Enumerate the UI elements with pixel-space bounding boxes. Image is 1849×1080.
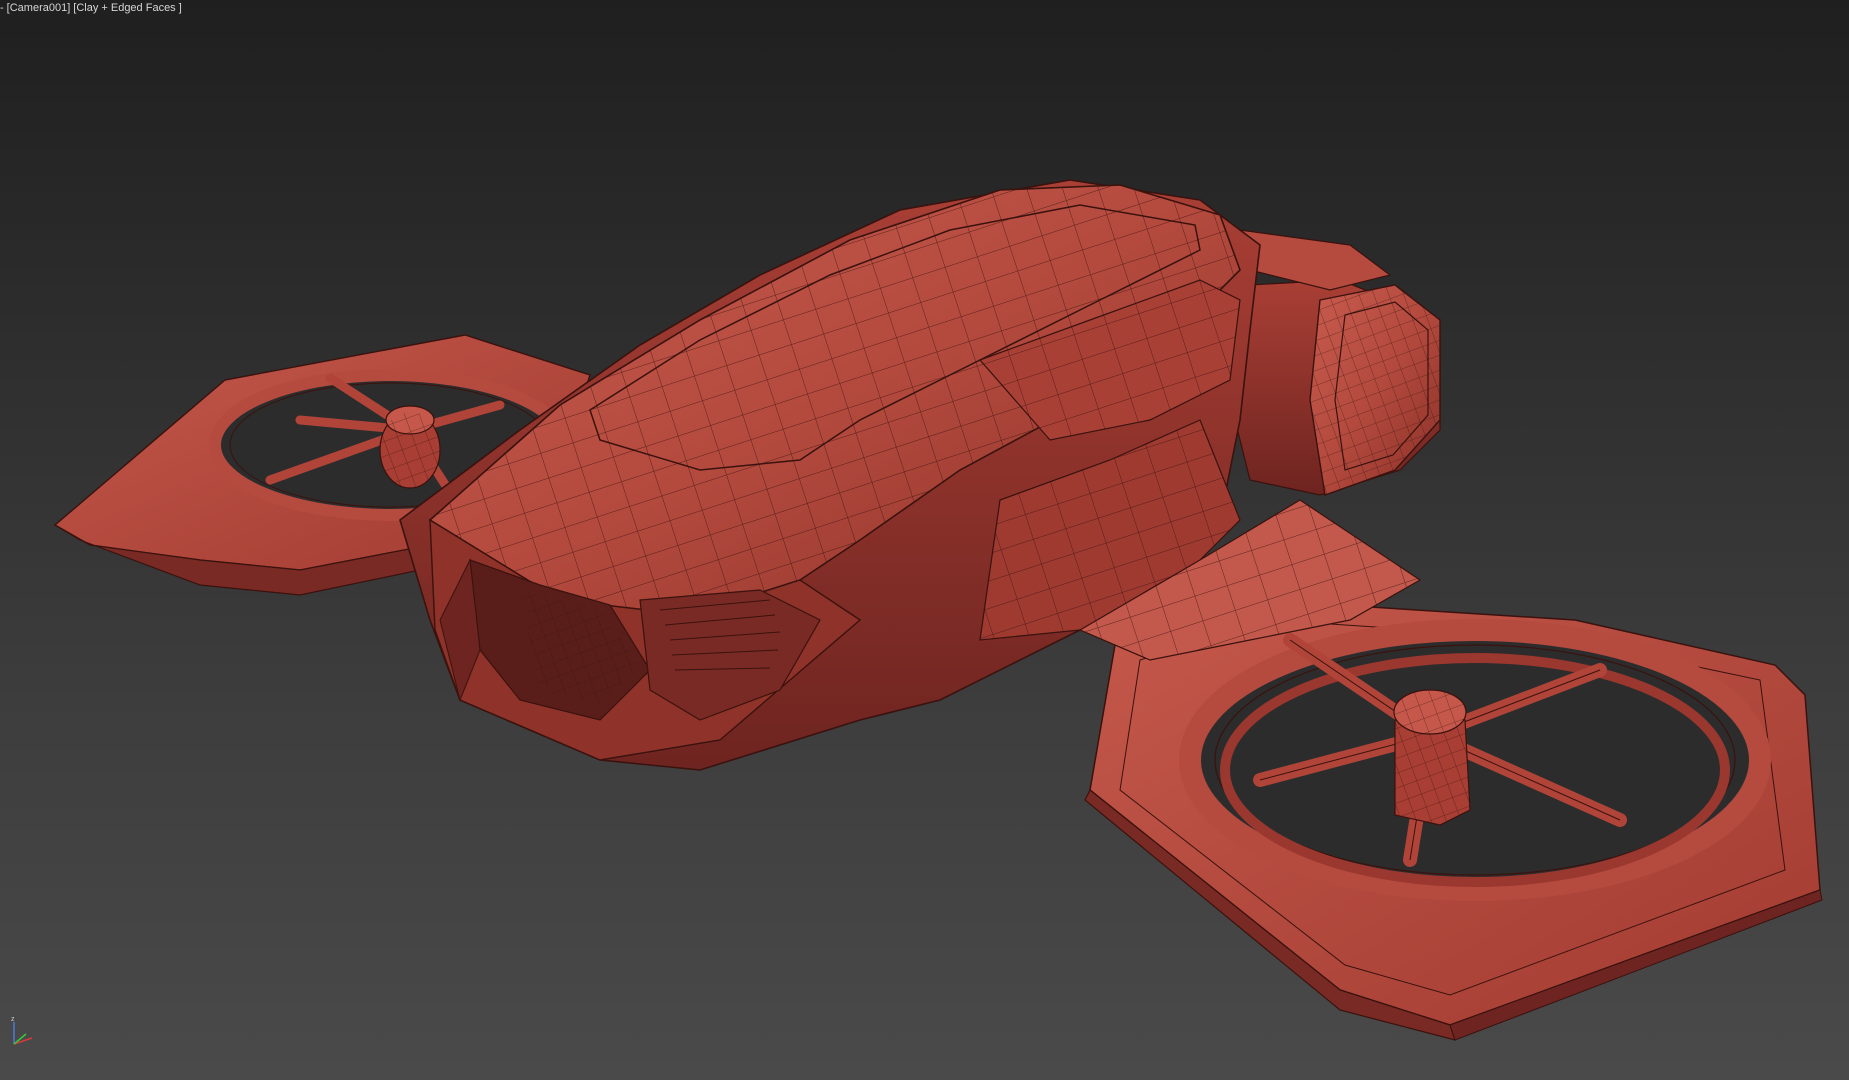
z-axis-label: z (11, 1016, 15, 1023)
drone-model[interactable] (0, 0, 1849, 1080)
viewport-label: - [Camera001] [Clay + Edged Faces ] (0, 2, 182, 14)
right-rotor-duct (1084, 599, 1823, 1041)
viewport-menu-button[interactable]: - (0, 2, 4, 14)
3d-viewport[interactable]: - [Camera001] [Clay + Edged Faces ] z (0, 0, 1849, 1080)
rear-engine-pod (1229, 229, 1441, 496)
axis-gizmo: z (11, 1016, 33, 1045)
viewport-shading-label[interactable]: [Clay + Edged Faces ] (73, 2, 182, 14)
viewport-camera-label[interactable]: [Camera001] (7, 2, 71, 14)
